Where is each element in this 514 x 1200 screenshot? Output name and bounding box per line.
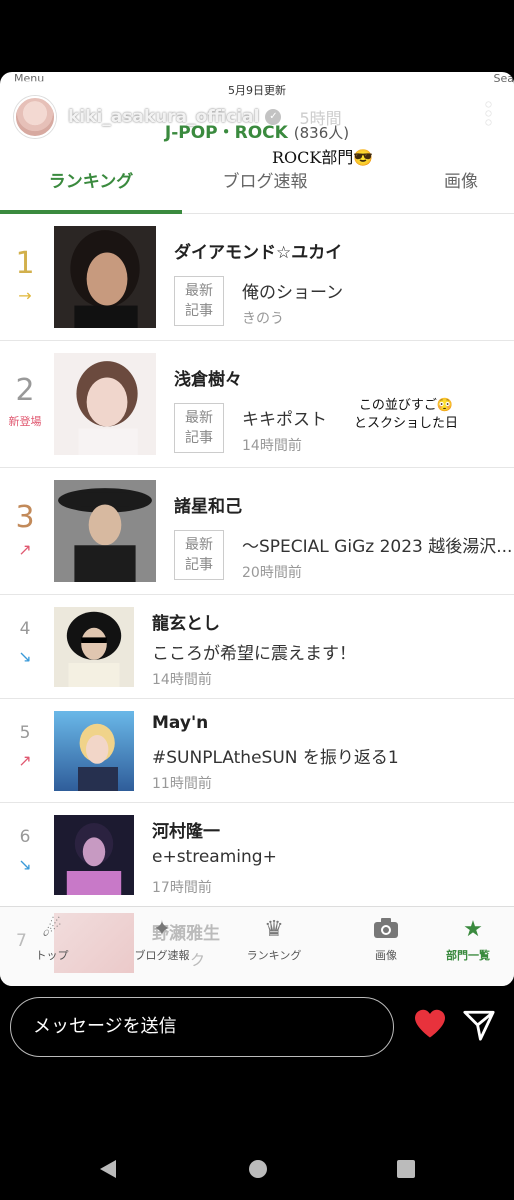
artist-photo[interactable] [54, 815, 134, 895]
instagram-story-screen: Menu Sea 5月9日更新 kiki_asakura_official ✓ … [0, 0, 514, 1200]
post-time: 11時間前 [152, 776, 212, 792]
trend-down-icon: ↘ [18, 855, 32, 874]
handwritten-note-sticker: この並びすご😳 とスクショした日 [354, 397, 458, 433]
back-icon[interactable] [100, 1160, 116, 1178]
sparkle-icon: ✦ [152, 917, 172, 942]
trend-up-icon: ↗ [18, 751, 32, 770]
nav-categories[interactable]: ★ 部門一覧 [446, 917, 514, 963]
rank-number: 6 [19, 827, 31, 847]
artist-name[interactable]: May'n [152, 713, 208, 733]
artist-name[interactable]: 河村隆一 [152, 817, 220, 842]
rank-number: 5 [19, 723, 31, 743]
bottom-navigation: 7 野瀬雅生 ク ☄ トップ ✦ ブログ速報 ♛ ランキング 画像 ★ 部門一覧 [0, 906, 514, 986]
message-input[interactable]: メッセージを送信 [10, 997, 394, 1057]
ranking-row[interactable]: 5 ↗ May'n #SUNPLAtheSUN を振り返る1 11時間前 [0, 699, 514, 803]
nav-categories-label: 部門一覧 [446, 949, 490, 962]
artist-name[interactable]: 諸星和己 [174, 492, 242, 517]
recent-apps-icon[interactable] [397, 1160, 415, 1178]
artist-photo[interactable] [54, 226, 156, 328]
artist-name[interactable]: ダイアモンド☆ユカイ [174, 238, 342, 263]
nav-images[interactable]: 画像 [336, 917, 436, 963]
nav-ranking-label: ランキング [246, 949, 302, 962]
shooting-star-icon: ☄ [42, 917, 62, 942]
trend-flat-icon: → [18, 286, 32, 305]
post-time: きのう [242, 311, 284, 327]
home-icon[interactable] [249, 1160, 267, 1178]
star-icon: ★ [463, 917, 483, 942]
artist-photo[interactable] [54, 711, 134, 791]
camera-icon [336, 917, 436, 947]
rank-number: 4 [19, 619, 31, 639]
ranking-list: 1 → ダイアモンド☆ユカイ 最新 記事 俺のショーン きのう 2 新登場 浅倉… [0, 214, 514, 907]
nav-top[interactable]: ☄ トップ [2, 917, 102, 963]
rank-number: 3 [15, 500, 35, 535]
post-title[interactable]: 俺のショーン [242, 278, 514, 303]
tab-blog-news[interactable]: ブログ速報 [182, 170, 348, 214]
ranking-row[interactable]: 2 新登場 浅倉樹々 最新 記事 キキポスト 14時間前 この並びすご😳 とスクシ… [0, 341, 514, 468]
story-card[interactable]: Menu Sea 5月9日更新 kiki_asakura_official ✓ … [0, 72, 514, 986]
ranking-row[interactable]: 6 ↘ 河村隆一 e+streaming+ 17時間前 [0, 803, 514, 907]
nav-ranking[interactable]: ♛ ランキング [224, 917, 324, 963]
note-line-1: この並びすご😳 [358, 398, 454, 413]
heart-icon[interactable] [412, 1006, 448, 1042]
ranking-row[interactable]: 4 ↘ 龍玄とし こころが希望に震えます！ 14時間前 [0, 595, 514, 699]
genre-name: J-POP・ROCK [164, 123, 288, 143]
system-navigation-bar [0, 1150, 514, 1190]
artist-photo[interactable] [54, 353, 156, 455]
trend-new-badge: 新登場 [8, 415, 42, 428]
artist-photo[interactable] [54, 607, 134, 687]
post-time: 14時間前 [152, 672, 212, 688]
trend-down-icon: ↘ [18, 647, 32, 666]
tab-ranking[interactable]: ランキング [0, 170, 182, 214]
post-title[interactable]: #SUNPLAtheSUN を振り返る1 [152, 743, 502, 768]
rank-number: 1 [15, 246, 35, 281]
post-title[interactable]: こころが希望に震えます！ [152, 639, 502, 664]
post-title[interactable]: 〜SPECIAL GiGz 2023 越後湯沢... [242, 532, 514, 557]
nav-blog-news[interactable]: ✦ ブログ速報 [112, 917, 212, 963]
artist-name[interactable]: 龍玄とし [152, 609, 220, 634]
latest-post-label: 最新 記事 [174, 276, 224, 326]
nav-top-label: トップ [35, 949, 69, 962]
artist-name[interactable]: 浅倉樹々 [174, 365, 242, 390]
tab-bar: ランキング ブログ速報 画像 [0, 170, 514, 214]
note-line-2: とスクショした日 [354, 416, 459, 431]
post-title[interactable]: e+streaming+ [152, 847, 502, 867]
post-time: 14時間前 [242, 438, 302, 454]
ranking-row[interactable]: 1 → ダイアモンド☆ユカイ 最新 記事 俺のショーン きのう [0, 214, 514, 341]
latest-post-label: 最新 記事 [174, 403, 224, 453]
post-time: 17時間前 [152, 880, 212, 896]
rank-number: 2 [15, 373, 35, 408]
ranking-row[interactable]: 3 ↗ 諸星和己 最新 記事 〜SPECIAL GiGz 2023 越後湯沢...… [0, 468, 514, 595]
nav-images-label: 画像 [375, 949, 397, 962]
trend-up-icon: ↗ [18, 540, 32, 559]
rock-sticker-text: ROCK部門😎 [272, 148, 374, 167]
genre-title: J-POP・ROCK (836人) [0, 118, 514, 143]
genre-count: (836人) [293, 124, 350, 142]
crown-icon: ♛ [264, 917, 284, 942]
send-icon[interactable] [462, 1008, 496, 1042]
latest-post-label: 最新 記事 [174, 530, 224, 580]
nav-blog-news-label: ブログ速報 [134, 949, 190, 962]
tab-images[interactable]: 画像 [408, 170, 514, 214]
post-time: 20時間前 [242, 565, 302, 581]
artist-photo[interactable] [54, 480, 156, 582]
